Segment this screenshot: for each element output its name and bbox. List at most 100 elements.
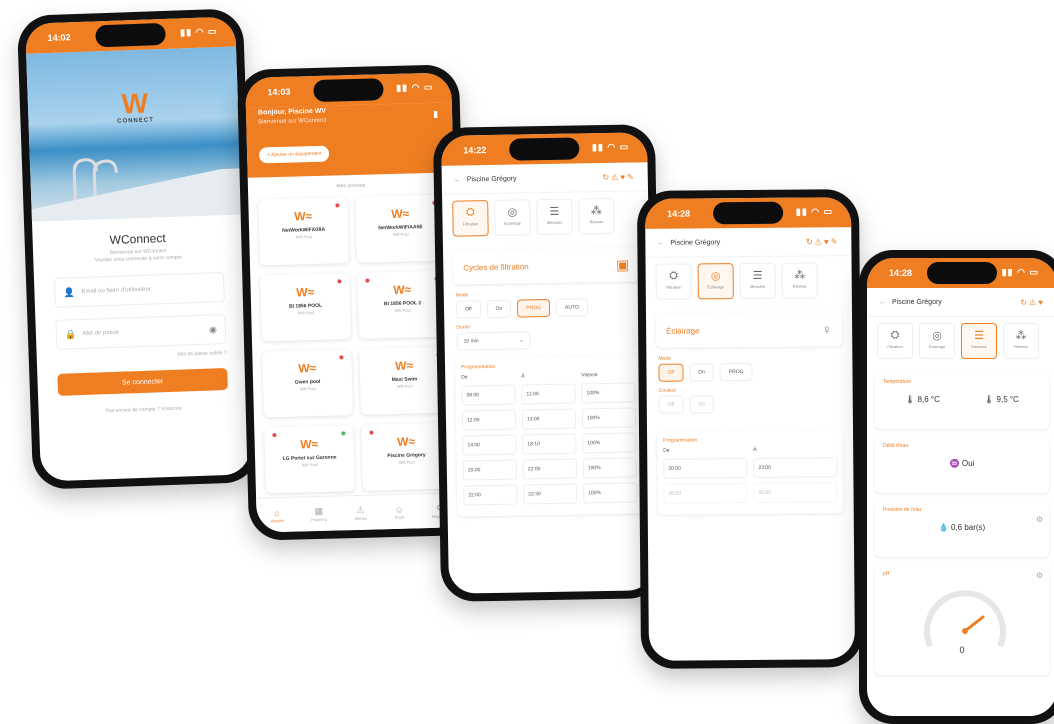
pool-card[interactable]: W≈ Gwen pool Wifi Pool [262,349,353,418]
mode-prog[interactable]: PROG [719,362,753,382]
start-time-input[interactable]: 14:00 [462,434,517,456]
pool-title: Piscine Grégory [466,175,517,183]
password-placeholder: Mot de passe [82,329,120,337]
tab-lighting[interactable]: ◎ Éclairage [494,199,531,236]
speed-select[interactable]: 100% [581,382,636,404]
schedule-title: Programmation [461,363,496,371]
signal-icon: ▮▮ ◠ ▭ [591,141,630,153]
login-screen: 14:02 ▮▮ ◠ ▭ W CONNECT WConnect Bienvenu… [25,16,251,482]
speed-select[interactable]: 100% [583,482,638,504]
speed-select[interactable]: 100% [581,407,637,429]
temperature-card[interactable]: Température 🌡 8,6 °C 🌡 9,5 °C [875,373,1049,429]
mode-on[interactable]: On [689,363,714,382]
mode-label: Mode [658,355,671,362]
end-time-input[interactable]: 18:10 [522,433,577,455]
tab-measures[interactable]: ☰ Mesures [961,323,997,359]
add-equipment-button[interactable]: + Ajouter un équipement [258,145,330,164]
eye-icon[interactable]: ◉ [209,324,217,335]
status-bar: 14:28 ▮▮ ◠ ▭ [644,197,852,229]
duration-select[interactable]: 10 min ⌄ [456,331,531,351]
email-field[interactable]: 👤 Email ou Nom d'utilisateur [53,272,225,308]
header-actions-icons[interactable]: ↻⚠♥✎ [602,172,635,182]
gear-icon[interactable]: ⚙ [1036,515,1043,524]
end-time-input[interactable]: 11:00 [521,383,576,405]
nav-alerts[interactable]: ⚠ Alertes [354,504,368,521]
pool-card[interactable]: W≈ NetWorkWiFiAA5E Wifi Pool [355,194,446,263]
start-time-input[interactable]: 08:00 [461,384,516,406]
schedule-row: 20:00 23:00 [663,457,838,479]
mode-auto[interactable]: AUTO [555,298,588,317]
tab-measures[interactable]: ☰ Mesures [739,262,776,300]
speed-select[interactable]: 100% [582,432,637,454]
phone-lighting: 14:28 ▮▮ ◠ ▭ ← Piscine Grégory ↻⚠♥✎ ⛭ Fil… [636,189,864,669]
tab-lighting[interactable]: ◎ Éclairage [919,323,955,359]
password-field[interactable]: 🔒 Mot de passe ◉ [55,313,227,350]
schedule-row: 14:00 18:10 100% [462,432,637,456]
pump-icon: ▣ [615,256,630,273]
sliders-icon: ☰ [549,205,560,218]
tab-filtration[interactable]: ⛭ Filtration [655,263,692,300]
mode-on[interactable]: On [486,299,512,319]
start-time-input[interactable]: 12:00 [461,409,517,431]
color-off[interactable]: Off [658,395,684,414]
notification-icon[interactable]: ▮ [433,109,438,120]
back-icon[interactable]: ← [879,299,886,306]
color-on[interactable]: On [689,395,715,414]
pool-card[interactable]: W≈ LG Portet sur Garonne Wifi Pool [264,425,355,494]
end-time-input[interactable]: 23:00 [753,457,838,478]
flow-title: Débit d'eau [883,443,909,449]
start-time-input[interactable]: 20:00 [462,459,518,481]
status-time: 14:28 [667,208,691,219]
section-card: Cycles de filtration ▣ [453,247,640,284]
nav-home[interactable]: ⌂ Accueil [270,507,283,523]
status-dot [337,279,342,284]
nav-planning[interactable]: ▦ Planning [311,506,327,522]
section-title: Cycles de filtration [463,261,529,272]
tab-lighting[interactable]: ◎ Éclairage [697,263,734,300]
back-icon[interactable]: ← [657,239,664,246]
tab-measures[interactable]: ☰ Mesures [536,198,573,236]
start-time-input[interactable]: 00:00 [663,483,748,504]
speed-select[interactable]: 100% [582,457,638,479]
pool-card[interactable]: W≈ BI 1856 POOL 2 Wifi Pool [357,270,448,339]
schedule-row: 22:00 22:30 100% [463,482,638,506]
app-header: ← Piscine Grégory ↻⚠♥✎ [441,162,649,195]
tab-filtration[interactable]: ⛭ Filtration [877,323,913,359]
greeting: Bonjour, Piscine WV [257,107,327,117]
end-time-input[interactable]: 22:30 [523,483,578,505]
end-time-input[interactable]: 13:00 [521,408,577,430]
mode-off[interactable]: Off [455,300,481,319]
user-icon: 👤 [63,286,75,298]
header-actions-icons[interactable]: ↻⚠♥ [1020,298,1045,307]
pool-card[interactable]: W≈ BI 1856 POOL Wifi Pool [260,273,351,342]
flow-card[interactable]: Débit d'eau ♒ Oui [875,437,1049,493]
login-button[interactable]: Se connecter [57,367,228,396]
header-actions-icons[interactable]: ↻⚠♥✎ [806,237,839,246]
gear-icon[interactable]: ⚙ [1036,571,1043,580]
tab-network[interactable]: ⁂ Réseau [781,262,818,299]
forgot-password-link[interactable]: Mot de passe oublié ? [57,350,227,362]
temperature-title: Température [883,379,912,385]
tab-network[interactable]: ⁂ Réseau [1003,323,1039,359]
status-time: 14:03 [267,86,291,98]
tab-network[interactable]: ⁂ Réseau [578,197,615,235]
mode-off[interactable]: Off [658,363,684,382]
network-icon: ⁂ [794,269,806,282]
register-link[interactable]: Pas encore de compte ? S'inscrire [59,404,229,416]
alert-icon: ⚠ [356,504,365,516]
pool-logo-icon: W≈ [294,209,313,224]
status-bar: 14:28 ▮▮ ◠ ▭ [867,258,1054,288]
pool-card[interactable]: W≈ NetWorkWiFi038A Wifi Pool [258,197,349,266]
ph-card[interactable]: pH ⚙ 0 [875,565,1049,675]
tab-filtration[interactable]: ⛭ Filtration [452,200,489,237]
pressure-card[interactable]: Pression de l'eau ⚙ 💧 0,6 bar(s) [875,501,1049,557]
mode-prog[interactable]: PROG [517,298,551,318]
back-icon[interactable]: ← [454,176,461,183]
start-time-input[interactable]: 22:00 [463,484,518,506]
start-time-input[interactable]: 20:00 [663,458,748,479]
pool-grid: W≈ NetWorkWiFi038A Wifi Pool W≈ NetWorkW… [248,190,462,497]
end-time-input[interactable]: 22:00 [522,458,578,480]
end-time-input[interactable]: 00:00 [753,482,838,503]
nav-profile[interactable]: ☺ Profil [394,504,404,519]
section-title: Mes piscines [336,182,366,190]
